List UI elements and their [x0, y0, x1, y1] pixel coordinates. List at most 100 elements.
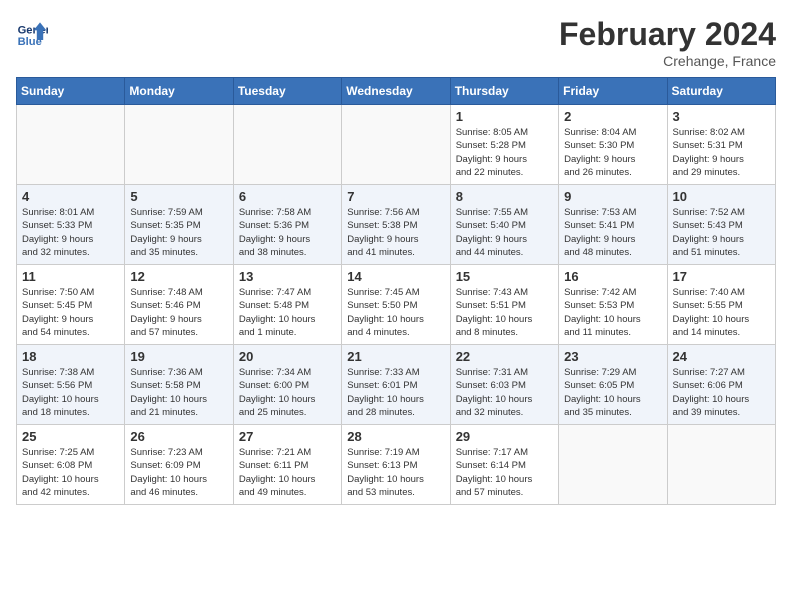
day-info: Sunrise: 7:36 AM Sunset: 5:58 PM Dayligh…: [130, 366, 227, 419]
day-number: 21: [347, 349, 444, 364]
day-number: 4: [22, 189, 119, 204]
calendar-day-cell: 17 Sunrise: 7:40 AM Sunset: 5:55 PM Dayli…: [667, 265, 775, 345]
calendar-day-cell: 19 Sunrise: 7:36 AM Sunset: 5:58 PM Dayli…: [125, 345, 233, 425]
day-info: Sunrise: 8:02 AM Sunset: 5:31 PM Dayligh…: [673, 126, 770, 179]
day-number: 27: [239, 429, 336, 444]
day-info: Sunrise: 7:48 AM Sunset: 5:46 PM Dayligh…: [130, 286, 227, 339]
day-info: Sunrise: 7:27 AM Sunset: 6:06 PM Dayligh…: [673, 366, 770, 419]
calendar-day-cell: 28 Sunrise: 7:19 AM Sunset: 6:13 PM Dayli…: [342, 425, 450, 505]
calendar-day-cell: 23 Sunrise: 7:29 AM Sunset: 6:05 PM Dayli…: [559, 345, 667, 425]
calendar-day-cell: 9 Sunrise: 7:53 AM Sunset: 5:41 PM Daylig…: [559, 185, 667, 265]
day-info: Sunrise: 7:42 AM Sunset: 5:53 PM Dayligh…: [564, 286, 661, 339]
logo: General Blue: [16, 16, 48, 48]
day-number: 18: [22, 349, 119, 364]
day-number: 12: [130, 269, 227, 284]
calendar-day-cell: 13Sunrise: 7:47 AM Sunset: 5:48 PM Dayli…: [233, 265, 341, 345]
day-number: 9: [564, 189, 661, 204]
day-number: 25: [22, 429, 119, 444]
calendar-day-cell: 7 Sunrise: 7:56 AM Sunset: 5:38 PM Daylig…: [342, 185, 450, 265]
logo-icon: General Blue: [16, 16, 48, 48]
calendar-day-cell: 26 Sunrise: 7:23 AM Sunset: 6:09 PM Dayli…: [125, 425, 233, 505]
day-info: Sunrise: 7:29 AM Sunset: 6:05 PM Dayligh…: [564, 366, 661, 419]
day-info: Sunrise: 7:52 AM Sunset: 5:43 PM Dayligh…: [673, 206, 770, 259]
day-header-tuesday: Tuesday: [233, 78, 341, 105]
day-number: 5: [130, 189, 227, 204]
calendar-day-cell: 4 Sunrise: 8:01 AM Sunset: 5:33 PM Daylig…: [17, 185, 125, 265]
calendar-day-cell: 2 Sunrise: 8:04 AM Sunset: 5:30 PM Daylig…: [559, 105, 667, 185]
day-info: Sunrise: 7:17 AM Sunset: 6:14 PM Dayligh…: [456, 446, 553, 499]
day-info: Sunrise: 7:50 AM Sunset: 5:45 PM Dayligh…: [22, 286, 119, 339]
day-header-thursday: Thursday: [450, 78, 558, 105]
calendar-week-row: 4 Sunrise: 8:01 AM Sunset: 5:33 PM Daylig…: [17, 185, 776, 265]
day-info: Sunrise: 8:01 AM Sunset: 5:33 PM Dayligh…: [22, 206, 119, 259]
calendar-day-cell: [559, 425, 667, 505]
day-info: Sunrise: 7:45 AM Sunset: 5:50 PM Dayligh…: [347, 286, 444, 339]
day-info: Sunrise: 7:33 AM Sunset: 6:01 PM Dayligh…: [347, 366, 444, 419]
day-info: Sunrise: 7:21 AM Sunset: 6:11 PM Dayligh…: [239, 446, 336, 499]
calendar-day-cell: 18 Sunrise: 7:38 AM Sunset: 5:56 PM Dayli…: [17, 345, 125, 425]
day-header-friday: Friday: [559, 78, 667, 105]
day-number: 15: [456, 269, 553, 284]
calendar-week-row: 1 Sunrise: 8:05 AM Sunset: 5:28 PM Daylig…: [17, 105, 776, 185]
calendar-day-cell: 25 Sunrise: 7:25 AM Sunset: 6:08 PM Dayli…: [17, 425, 125, 505]
calendar-day-cell: [342, 105, 450, 185]
day-number: 28: [347, 429, 444, 444]
calendar-week-row: 11 Sunrise: 7:50 AM Sunset: 5:45 PM Dayli…: [17, 265, 776, 345]
day-info: Sunrise: 7:55 AM Sunset: 5:40 PM Dayligh…: [456, 206, 553, 259]
day-info: Sunrise: 8:04 AM Sunset: 5:30 PM Dayligh…: [564, 126, 661, 179]
calendar-day-cell: 12 Sunrise: 7:48 AM Sunset: 5:46 PM Dayli…: [125, 265, 233, 345]
day-header-wednesday: Wednesday: [342, 78, 450, 105]
calendar-day-cell: 3 Sunrise: 8:02 AM Sunset: 5:31 PM Daylig…: [667, 105, 775, 185]
day-info: Sunrise: 7:40 AM Sunset: 5:55 PM Dayligh…: [673, 286, 770, 339]
calendar-day-cell: 27 Sunrise: 7:21 AM Sunset: 6:11 PM Dayli…: [233, 425, 341, 505]
title-block: February 2024 Crehange, France: [559, 16, 776, 69]
day-number: 29: [456, 429, 553, 444]
calendar-day-cell: 1 Sunrise: 8:05 AM Sunset: 5:28 PM Daylig…: [450, 105, 558, 185]
calendar-day-cell: [233, 105, 341, 185]
calendar-day-cell: 6Sunrise: 7:58 AM Sunset: 5:36 PM Daylig…: [233, 185, 341, 265]
day-info: Sunrise: 7:38 AM Sunset: 5:56 PM Dayligh…: [22, 366, 119, 419]
day-info: Sunrise: 7:31 AM Sunset: 6:03 PM Dayligh…: [456, 366, 553, 419]
day-header-monday: Monday: [125, 78, 233, 105]
day-number: 17: [673, 269, 770, 284]
calendar-day-cell: 22Sunrise: 7:31 AM Sunset: 6:03 PM Dayli…: [450, 345, 558, 425]
day-info: Sunrise: 7:34 AM Sunset: 6:00 PM Dayligh…: [239, 366, 336, 419]
calendar-day-cell: 24Sunrise: 7:27 AM Sunset: 6:06 PM Dayli…: [667, 345, 775, 425]
calendar-day-cell: 10Sunrise: 7:52 AM Sunset: 5:43 PM Dayli…: [667, 185, 775, 265]
day-info: Sunrise: 7:23 AM Sunset: 6:09 PM Dayligh…: [130, 446, 227, 499]
day-number: 20: [239, 349, 336, 364]
calendar-day-cell: 11 Sunrise: 7:50 AM Sunset: 5:45 PM Dayli…: [17, 265, 125, 345]
calendar-day-cell: [667, 425, 775, 505]
day-number: 7: [347, 189, 444, 204]
day-number: 6: [239, 189, 336, 204]
calendar-day-cell: [125, 105, 233, 185]
calendar-day-cell: 15 Sunrise: 7:43 AM Sunset: 5:51 PM Dayli…: [450, 265, 558, 345]
day-number: 3: [673, 109, 770, 124]
day-number: 2: [564, 109, 661, 124]
day-number: 26: [130, 429, 227, 444]
day-number: 16: [564, 269, 661, 284]
day-info: Sunrise: 8:05 AM Sunset: 5:28 PM Dayligh…: [456, 126, 553, 179]
day-number: 1: [456, 109, 553, 124]
day-header-sunday: Sunday: [17, 78, 125, 105]
day-info: Sunrise: 7:19 AM Sunset: 6:13 PM Dayligh…: [347, 446, 444, 499]
day-number: 11: [22, 269, 119, 284]
svg-text:General: General: [18, 25, 48, 37]
day-number: 8: [456, 189, 553, 204]
day-number: 19: [130, 349, 227, 364]
day-info: Sunrise: 7:53 AM Sunset: 5:41 PM Dayligh…: [564, 206, 661, 259]
day-number: 23: [564, 349, 661, 364]
calendar-day-cell: 20 Sunrise: 7:34 AM Sunset: 6:00 PM Dayli…: [233, 345, 341, 425]
day-info: Sunrise: 7:59 AM Sunset: 5:35 PM Dayligh…: [130, 206, 227, 259]
calendar-table: SundayMondayTuesdayWednesdayThursdayFrid…: [16, 77, 776, 505]
calendar-day-cell: 21 Sunrise: 7:33 AM Sunset: 6:01 PM Dayli…: [342, 345, 450, 425]
day-number: 14: [347, 269, 444, 284]
day-info: Sunrise: 7:56 AM Sunset: 5:38 PM Dayligh…: [347, 206, 444, 259]
calendar-day-cell: 29 Sunrise: 7:17 AM Sunset: 6:14 PM Dayli…: [450, 425, 558, 505]
day-info: Sunrise: 7:43 AM Sunset: 5:51 PM Dayligh…: [456, 286, 553, 339]
page-header: General Blue February 2024 Crehange, Fra…: [16, 16, 776, 69]
calendar-header-row: SundayMondayTuesdayWednesdayThursdayFrid…: [17, 78, 776, 105]
month-title: February 2024: [559, 16, 776, 53]
day-header-saturday: Saturday: [667, 78, 775, 105]
day-info: Sunrise: 7:25 AM Sunset: 6:08 PM Dayligh…: [22, 446, 119, 499]
